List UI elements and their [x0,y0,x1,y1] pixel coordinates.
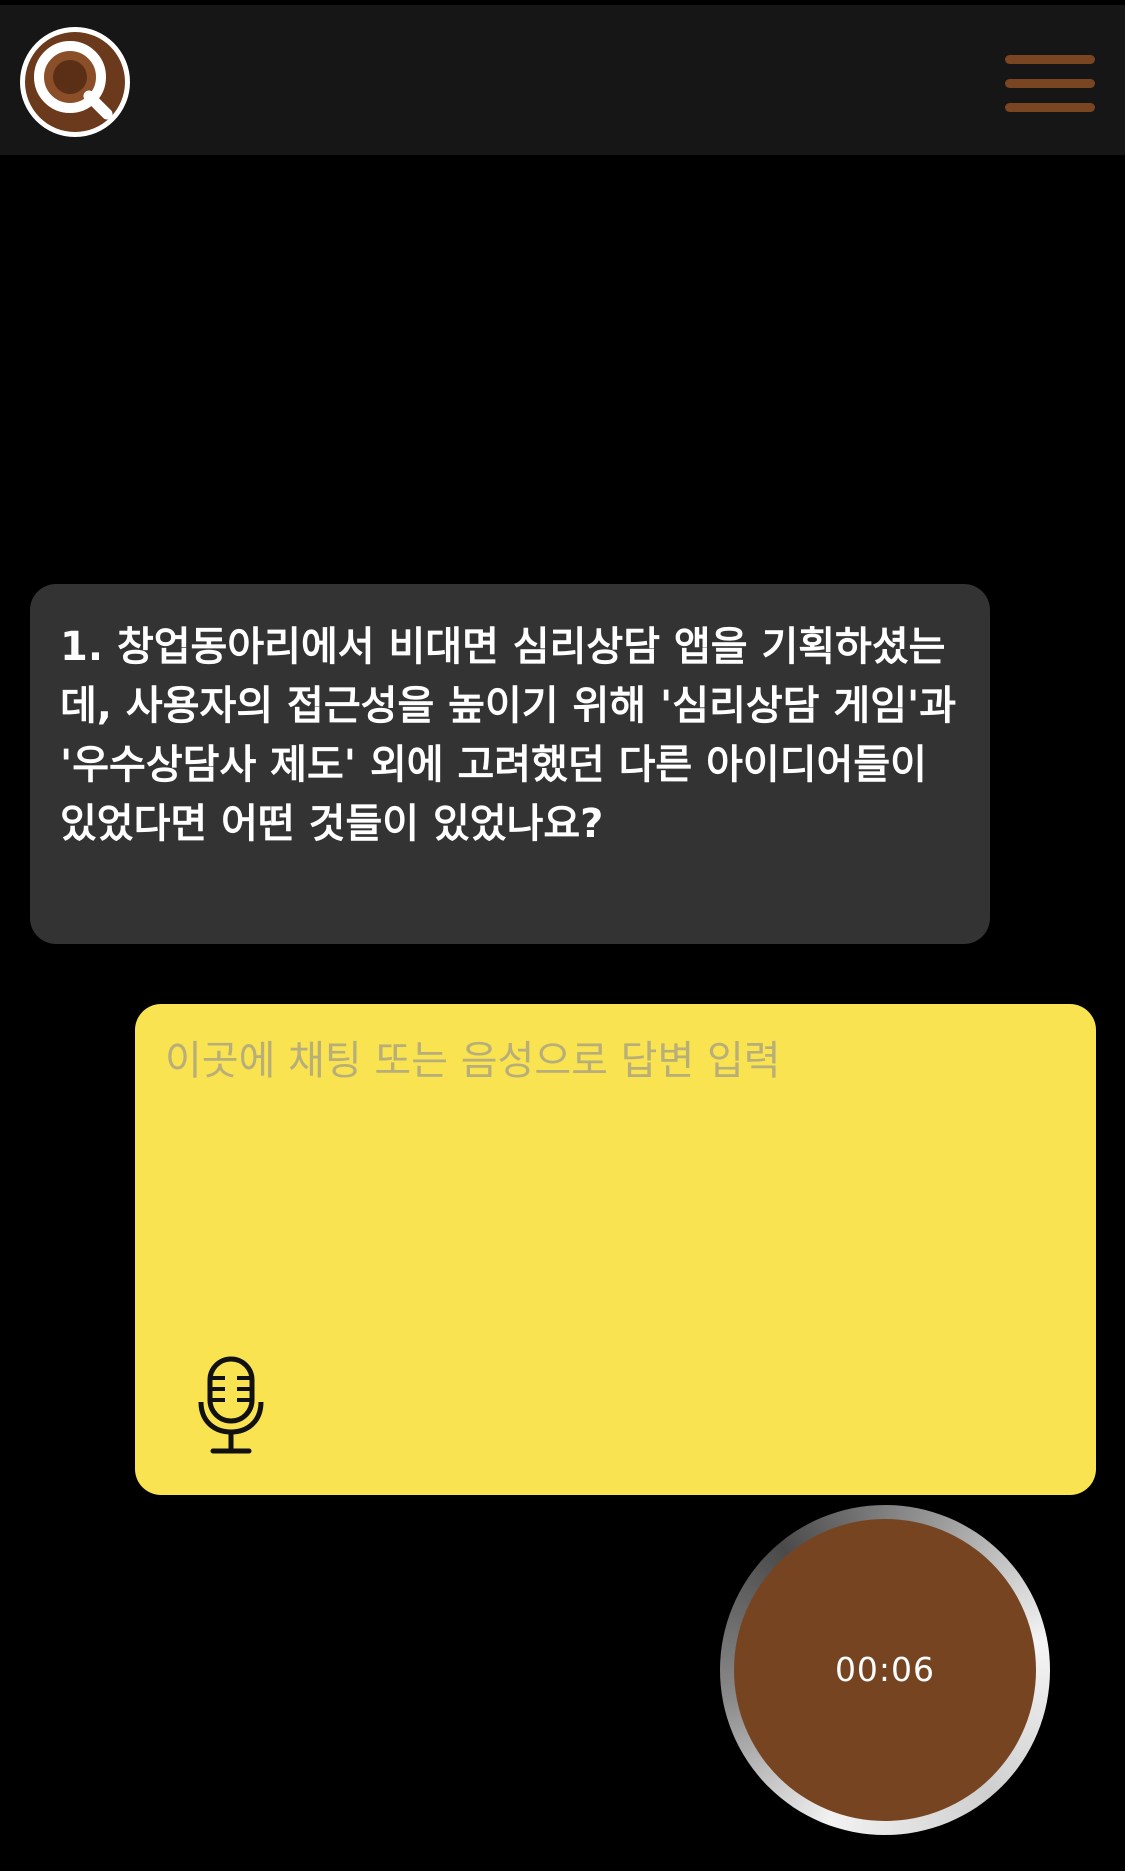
record-button-inner: 00:06 [734,1519,1036,1821]
menu-bar-middle [1005,79,1095,88]
menu-bar-bottom [1005,103,1095,112]
hamburger-menu-icon[interactable] [1000,49,1100,119]
menu-bar-top [1005,55,1095,64]
record-timer: 00:06 [834,1650,936,1689]
answer-input[interactable] [165,1034,1065,1334]
question-bubble: 1. 창업동아리에서 비대면 심리상담 앱을 기획하셨는데, 사용자의 접근성을… [30,584,990,944]
top-bar [0,5,1125,155]
answer-box[interactable] [135,1004,1096,1495]
app-logo-icon[interactable] [18,25,132,139]
record-button[interactable]: 00:06 [720,1505,1050,1835]
question-text: 1. 창업동아리에서 비대면 심리상담 앱을 기획하셨는데, 사용자의 접근성을… [60,624,957,847]
microphone-icon[interactable] [193,1356,269,1456]
